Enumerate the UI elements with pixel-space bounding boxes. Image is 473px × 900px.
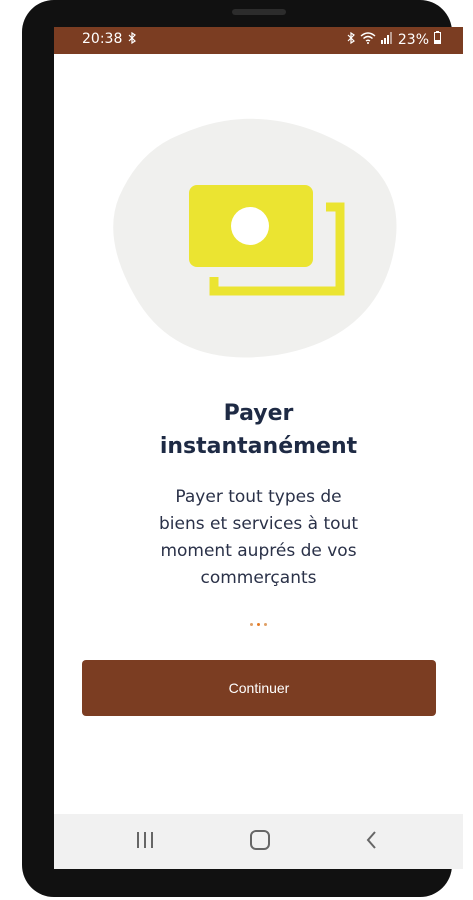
- bluetooth-icon: [128, 31, 137, 47]
- page-description: Payer tout types de biens et services à …: [54, 484, 463, 592]
- status-bar: 20:38 23%: [54, 27, 463, 54]
- speaker-grille: [232, 9, 286, 15]
- description-line: Payer tout types de: [175, 487, 342, 507]
- page-indicator: [54, 623, 463, 626]
- bluetooth-icon: [347, 31, 355, 48]
- system-nav-bar: [54, 814, 463, 869]
- continue-button-label: Continuer: [228, 680, 290, 696]
- payment-illustration: [109, 107, 409, 377]
- continue-button[interactable]: Continuer: [82, 660, 436, 716]
- app-screen: 20:38 23% Payer instantanément Payer tou…: [54, 27, 463, 869]
- page-dot[interactable]: [264, 623, 267, 626]
- recent-apps-icon[interactable]: [136, 828, 154, 856]
- page-dot-active[interactable]: [257, 623, 260, 626]
- home-icon[interactable]: [249, 828, 271, 856]
- description-line: biens et services à tout: [158, 514, 359, 534]
- title-line-1: Payer: [223, 401, 294, 426]
- page-dot[interactable]: [250, 623, 253, 626]
- banknote-coin: [231, 207, 269, 245]
- page-title: Payer instantanément: [54, 397, 463, 463]
- status-time: 20:38: [82, 31, 123, 47]
- wifi-icon: [360, 31, 376, 48]
- battery-icon: [434, 31, 441, 48]
- description-line: commerçants: [200, 568, 317, 588]
- title-line-2: instantanément: [159, 434, 358, 459]
- back-icon[interactable]: [365, 828, 379, 856]
- description-line: moment auprés de vos: [160, 541, 357, 561]
- phone-frame: 20:38 23% Payer instantanément Payer tou…: [22, 0, 463, 897]
- battery-percent: 23%: [397, 31, 429, 48]
- signal-icon: [380, 31, 393, 48]
